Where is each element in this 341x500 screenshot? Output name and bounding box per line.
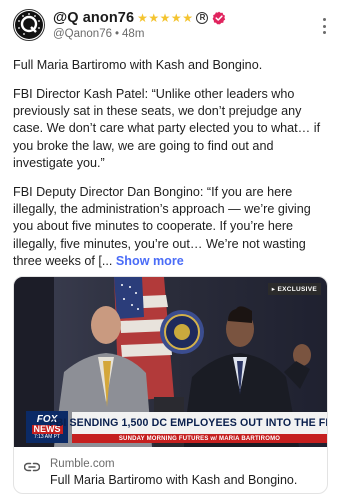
more-dots-icon [322,31,326,34]
post-card: @Q anon76 ★ ★ ★ ★ ★ R @Qanon76 • 48m Full … [0,0,341,500]
star-icon: ★ [159,11,171,25]
post-text-paragraph: Full Maria Bartiromo with Kash and Bongi… [13,58,263,72]
post-text-paragraph: FBI Director Kash Patel: “Unlike other l… [13,87,321,170]
registered-mark-icon: R [196,12,209,24]
star-icon: ★ [170,11,182,25]
star-icon: ★ [182,11,193,25]
chyron-text: FBI SENDING 1,500 DC EMPLOYEES OUT INTO … [49,417,327,429]
link-icon [24,462,40,472]
link-domain: Rumble.com [50,458,115,470]
exclusive-badge: ▸ EXCLUSIVE [267,283,321,295]
link-preview-card[interactable]: ▸ EXCLUSIVE FOX NEWS 7:13 AM PT FBI SEND… [13,276,328,494]
author-name-row: @Q anon76 ★ ★ ★ ★ ★ R [53,9,226,27]
more-options-button[interactable] [321,18,327,34]
logo-time: 7:13 AM PT [33,433,61,440]
post-time: 48m [122,28,145,40]
star-icon: ★ [137,11,148,25]
show-more-link[interactable]: Show more [116,254,184,268]
star-icon: ★ [148,11,160,25]
author-display-name[interactable]: @Q anon76 [53,10,134,26]
star-rating: ★ ★ ★ ★ ★ [137,12,193,24]
post-text-paragraph: FBI Deputy Director Dan Bongino: “If you… [13,184,331,270]
link-title[interactable]: Full Maria Bartiromo with Kash and Bongi… [50,473,297,487]
more-dots-icon [322,18,326,21]
q-logo-icon [15,11,43,39]
news-chyron: FBI SENDING 1,500 DC EMPLOYEES OUT INTO … [49,412,327,434]
author-handle[interactable]: @Qanon76 [53,28,112,40]
separator-dot: • [115,28,120,40]
author-handle-row: @Qanon76 • 48m [53,28,144,40]
show-name-bar: SUNDAY MORNING FUTURES w/ MARIA BARTIROM… [72,434,327,443]
show-name-text: SUNDAY MORNING FUTURES w/ MARIA BARTIROM… [118,435,281,442]
verified-badge-icon [213,11,226,25]
more-dots-icon [322,24,326,28]
video-thumbnail[interactable]: ▸ EXCLUSIVE FOX NEWS 7:13 AM PT FBI SEND… [14,277,327,447]
avatar[interactable] [13,9,45,41]
